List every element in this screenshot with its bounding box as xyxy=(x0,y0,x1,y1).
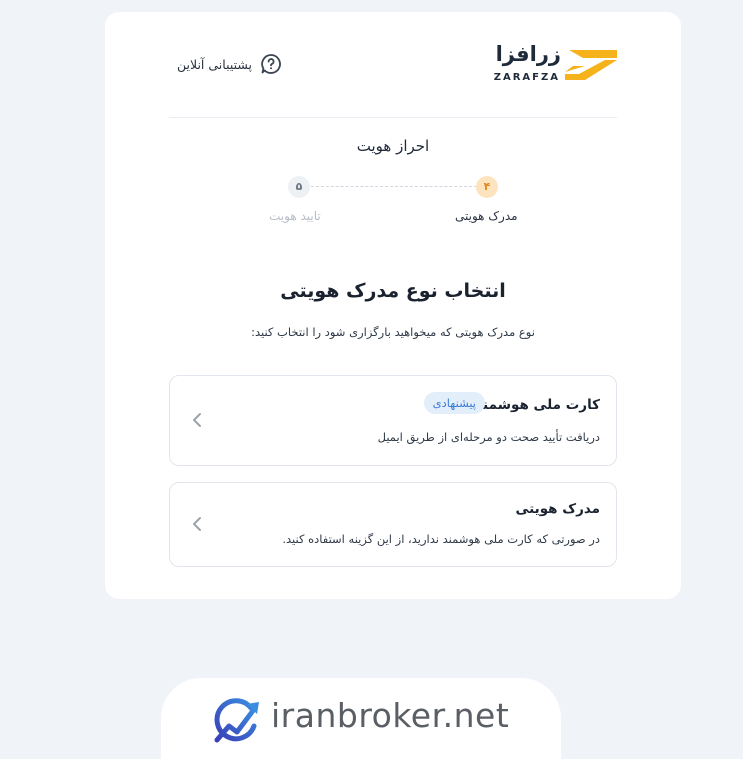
recommended-badge: پیشنهادی xyxy=(423,392,485,414)
step-4-label: مدرک هویتی xyxy=(455,209,518,223)
zarafza-logo[interactable]: زرافزا ZARAFZA xyxy=(477,42,617,86)
support-label: پشتیبانی آنلاین xyxy=(177,56,253,72)
identity-card: زرافزا ZARAFZA پشتیبانی آنلاین احراز هوی… xyxy=(105,12,681,599)
step-5-label: تایید هویت xyxy=(269,209,321,223)
logo-text-fa: زرافزا xyxy=(495,42,561,66)
option-smart-national-card[interactable]: کارت ملی هوشمند پیشنهادی دریافت تأیید صح… xyxy=(169,375,617,466)
section-subtitle: نوع مدرک هویتی که میخواهید بارگزاری شود … xyxy=(251,325,535,339)
chevron-left-icon xyxy=(193,413,201,427)
watermark-text: iranbroker.net xyxy=(271,696,510,735)
option-title: مدرک هویتی xyxy=(515,501,600,517)
option-description: دریافت تأیید صحت دو مرحله‌ای از طریق ایم… xyxy=(377,430,600,444)
online-support-link[interactable]: پشتیبانی آنلاین xyxy=(177,53,282,75)
iranbroker-watermark: iranbroker.net xyxy=(161,678,561,759)
card-header: زرافزا ZARAFZA پشتیبانی آنلاین xyxy=(169,42,617,118)
chevron-left-icon xyxy=(193,517,201,531)
option-identity-document[interactable]: مدرک هویتی در صورتی که کارت ملی هوشمند ن… xyxy=(169,482,617,567)
step-5-indicator: ۵ xyxy=(288,176,310,198)
step-connector xyxy=(311,186,477,187)
option-description: در صورتی که کارت ملی هوشمند ندارید، از ا… xyxy=(282,532,600,546)
question-bubble-icon xyxy=(261,54,281,74)
step-4-indicator: ۴ xyxy=(476,176,498,198)
option-title: کارت ملی هوشمند xyxy=(475,397,600,413)
logo-text-en: ZARAFZA xyxy=(493,72,560,83)
page-title: احراز هویت xyxy=(356,137,430,155)
progress-stepper: ۴ ۵ مدرک هویتی تایید هویت xyxy=(105,174,681,234)
section-title: انتخاب نوع مدرک هویتی xyxy=(280,280,506,302)
trend-chart-icon xyxy=(214,698,259,743)
zarafza-logo-icon xyxy=(565,50,617,80)
